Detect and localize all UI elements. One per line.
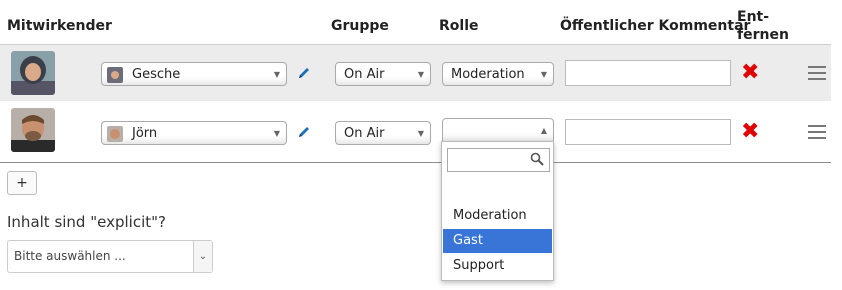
header-remove-line1: Ent-	[737, 9, 770, 25]
add-contributor-button[interactable]: +	[7, 171, 37, 195]
hamburger-icon[interactable]	[808, 66, 826, 84]
mini-avatar	[107, 126, 123, 142]
dropdown-option-moderation[interactable]: Moderation	[443, 204, 552, 228]
mini-avatar	[107, 67, 123, 83]
group-select[interactable]: On Air ▼	[335, 62, 431, 86]
comment-input[interactable]	[565, 119, 731, 145]
hamburger-icon[interactable]	[808, 125, 826, 143]
header-role: Rolle	[439, 18, 479, 34]
chevron-down-icon: ▼	[417, 70, 424, 79]
header-group: Gruppe	[331, 18, 389, 34]
contributor-name: Gesche	[132, 67, 181, 82]
role-select[interactable]: Moderation ▼	[442, 62, 554, 86]
chevron-down-icon: ▼	[273, 129, 280, 138]
contributor-select[interactable]: Gesche ▼	[101, 62, 287, 86]
chevron-down-icon: ▼	[273, 70, 280, 79]
avatar	[11, 51, 55, 95]
chevron-up-icon: ▲	[540, 126, 547, 135]
role-value: Moderation	[451, 67, 525, 82]
remove-x-icon[interactable]: ✖	[741, 62, 759, 84]
dropdown-option-gast[interactable]: Gast	[443, 229, 552, 253]
pencil-icon[interactable]	[296, 124, 312, 140]
header-remove-line2: fernen	[737, 27, 789, 43]
avatar	[11, 108, 55, 152]
contributor-select[interactable]: Jörn ▼	[101, 121, 287, 145]
comment-input[interactable]	[565, 60, 731, 86]
remove-x-icon[interactable]: ✖	[741, 121, 759, 143]
contributor-name: Jörn	[132, 126, 158, 141]
pencil-icon[interactable]	[296, 65, 312, 81]
header-comment: Öffentlicher Kommentar	[560, 18, 751, 34]
dropdown-option-support[interactable]: Support	[443, 254, 552, 278]
group-value: On Air	[344, 67, 385, 82]
group-select[interactable]: On Air ▼	[335, 121, 431, 145]
role-dropdown: Moderation Gast Support	[441, 141, 554, 281]
chevron-down-icon: ▼	[417, 129, 424, 138]
header-contributor: Mitwirkender	[7, 18, 112, 34]
role-select-open[interactable]: ▲	[442, 118, 554, 142]
group-value: On Air	[344, 126, 385, 141]
explicit-select[interactable]: Bitte auswählen ... ⌄	[7, 240, 213, 273]
chevron-down-icon: ▼	[540, 70, 547, 79]
explicit-question: Inhalt sind "explicit"?	[7, 213, 166, 231]
chevron-down-icon[interactable]: ⌄	[193, 241, 212, 272]
magnifier-icon	[530, 152, 544, 166]
explicit-placeholder: Bitte auswählen ...	[14, 249, 126, 263]
